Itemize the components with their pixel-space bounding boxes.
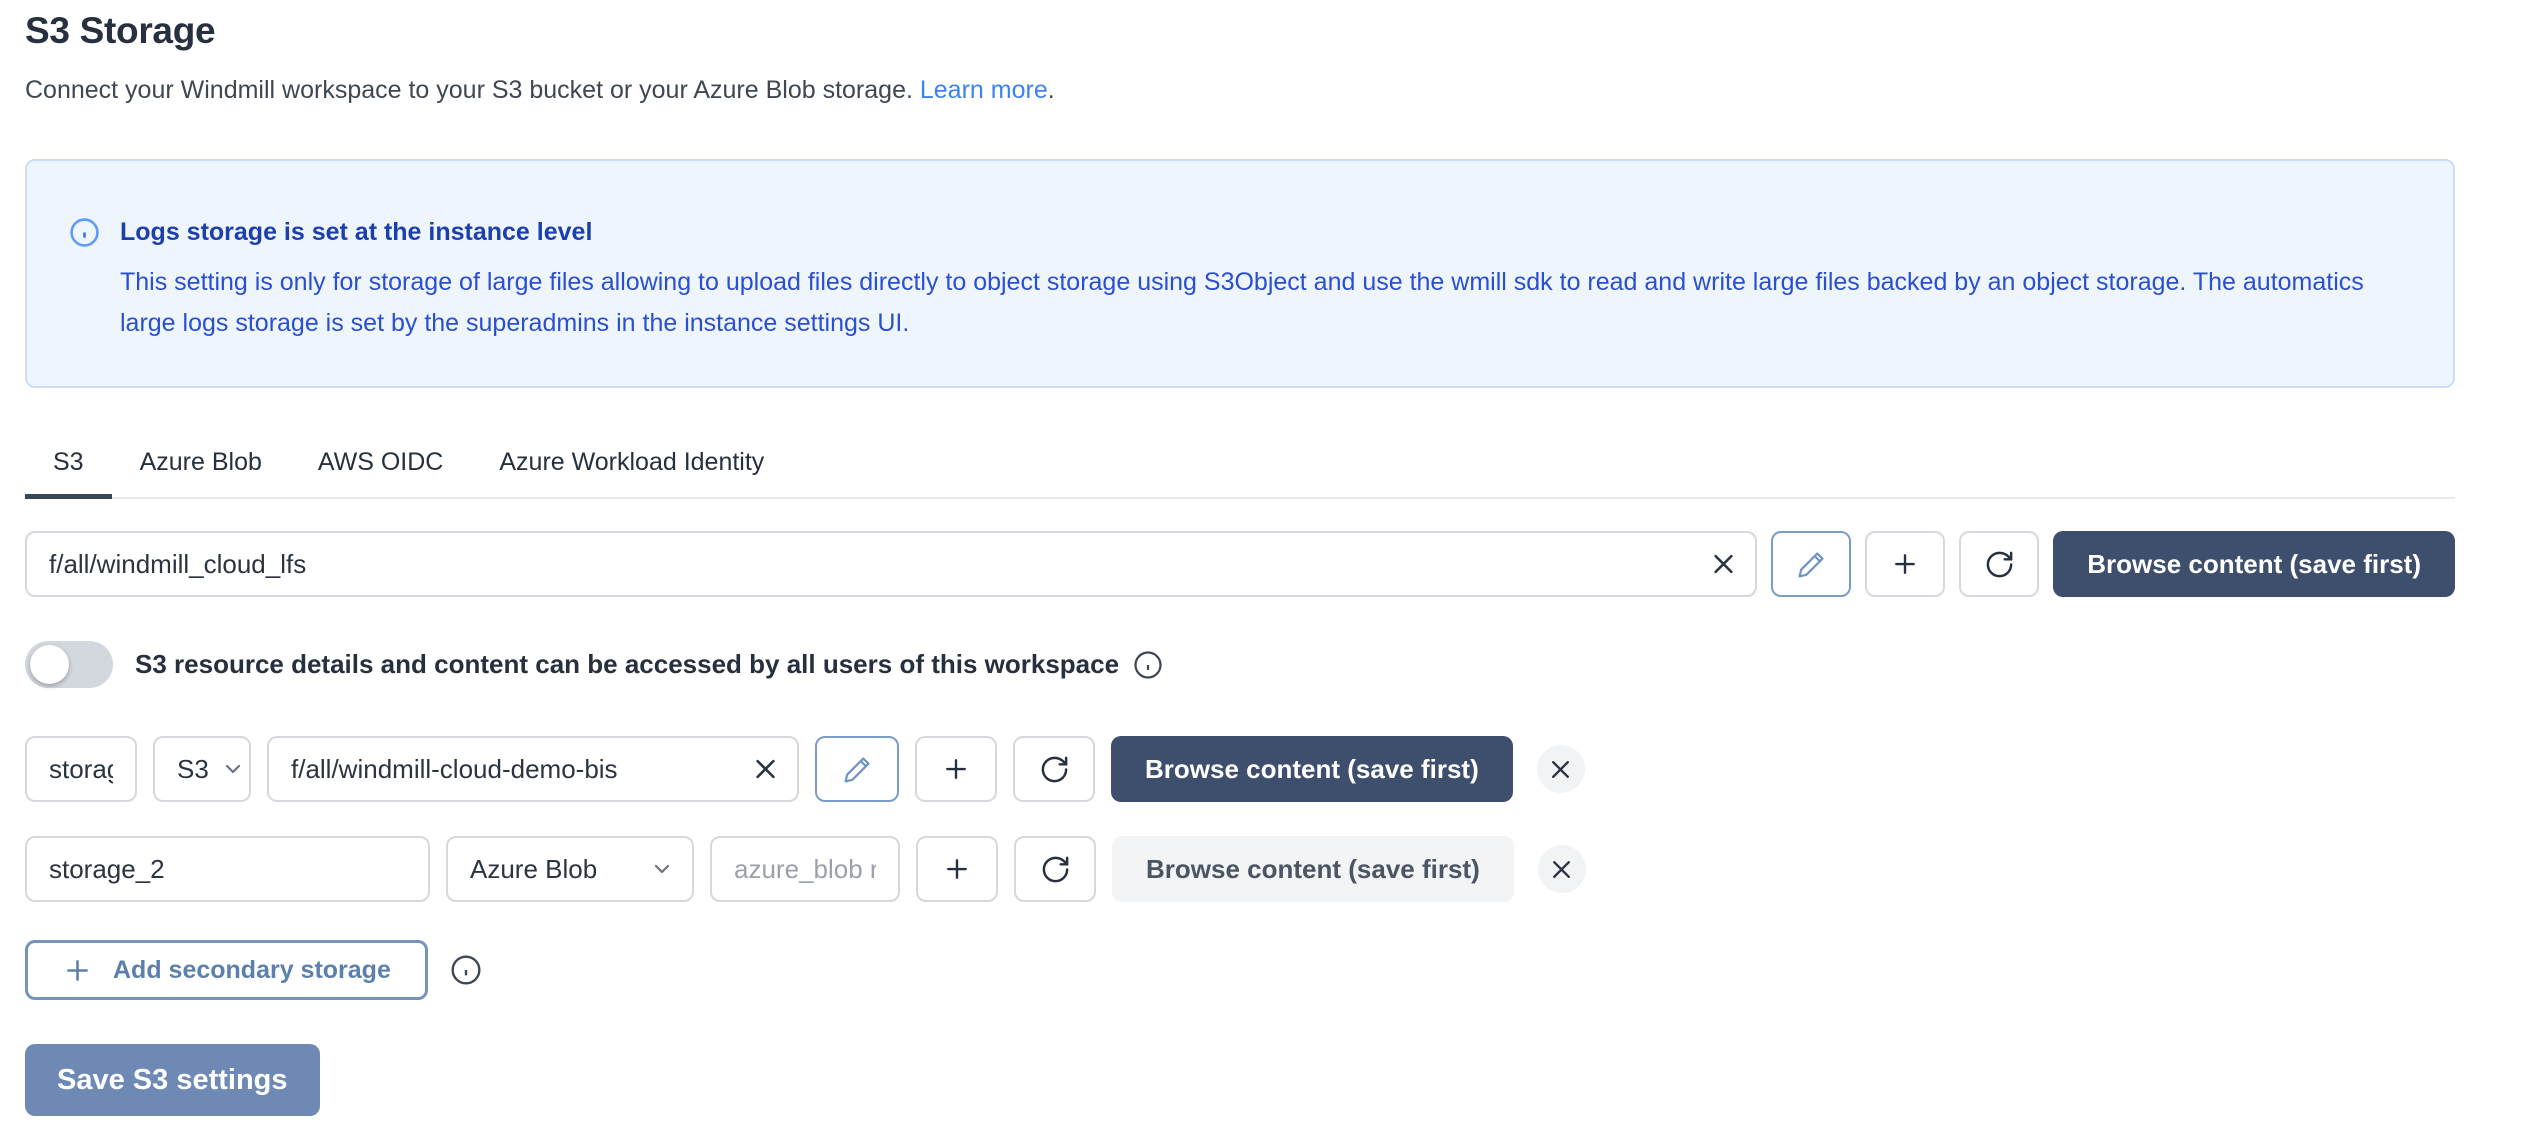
info-icon xyxy=(69,217,100,248)
secondary-1-add-resource-button[interactable] xyxy=(915,736,997,802)
secondary-1-remove-button[interactable] xyxy=(1537,745,1585,793)
s3-storage-settings-page: S3 Storage Connect your Windmill workspa… xyxy=(0,0,2530,1124)
chevron-down-icon xyxy=(650,857,674,881)
secondary-2-type-select[interactable]: Azure Blob xyxy=(446,836,694,902)
secondary-2-add-resource-button[interactable] xyxy=(916,836,998,902)
add-secondary-storage-button[interactable]: Add secondary storage xyxy=(25,940,428,1000)
x-icon xyxy=(1548,757,1573,782)
alert-body: This setting is only for storage of larg… xyxy=(69,262,2389,344)
tab-azure-blob[interactable]: Azure Blob xyxy=(112,434,290,497)
tab-s3[interactable]: S3 xyxy=(25,434,112,497)
x-icon xyxy=(752,756,779,783)
secondary-1-resource-input[interactable] xyxy=(267,736,799,802)
secondary-2-refresh-button[interactable] xyxy=(1014,836,1096,902)
secondary-2-name-input[interactable] xyxy=(25,836,430,902)
learn-more-link[interactable]: Learn more xyxy=(920,76,1048,104)
secondary-1-refresh-button[interactable] xyxy=(1013,736,1095,802)
save-s3-settings-button[interactable]: Save S3 settings xyxy=(25,1044,320,1116)
page-subtitle: Connect your Windmill workspace to your … xyxy=(25,76,2455,105)
primary-add-resource-button[interactable] xyxy=(1865,531,1945,597)
x-icon xyxy=(1710,551,1737,578)
refresh-icon xyxy=(1039,754,1070,785)
public-access-label: S3 resource details and content can be a… xyxy=(135,649,1119,680)
logs-storage-alert: Logs storage is set at the instance leve… xyxy=(25,159,2455,388)
primary-refresh-button[interactable] xyxy=(1959,531,2039,597)
subtitle-text: Connect your Windmill workspace to your … xyxy=(25,76,913,104)
plus-icon xyxy=(941,754,971,784)
plus-icon xyxy=(942,854,972,884)
plus-icon xyxy=(1890,549,1920,579)
subtitle-period: . xyxy=(1048,76,1055,104)
secondary-2-browse-content-button[interactable]: Browse content (save first) xyxy=(1112,836,1514,902)
public-access-toggle-row: S3 resource details and content can be a… xyxy=(25,641,2455,688)
toggle-knob xyxy=(30,645,69,684)
x-icon xyxy=(1549,857,1574,882)
primary-browse-content-button[interactable]: Browse content (save first) xyxy=(2053,531,2455,597)
storage-type-tabs: S3 Azure Blob AWS OIDC Azure Workload Id… xyxy=(25,434,2455,499)
pencil-icon xyxy=(1796,549,1827,580)
tab-aws-oidc[interactable]: AWS OIDC xyxy=(290,434,471,497)
secondary-1-type-select[interactable]: S3 xyxy=(153,736,251,802)
secondary-storage-row-2: Azure Blob xyxy=(25,836,2455,902)
refresh-icon xyxy=(1040,854,1071,885)
secondary-2-resource-input[interactable] xyxy=(710,836,900,902)
page-title: S3 Storage xyxy=(25,10,2455,52)
secondary-1-name-input[interactable] xyxy=(25,736,137,802)
primary-resource-input[interactable] xyxy=(25,531,1757,597)
public-access-info-icon[interactable] xyxy=(1133,650,1163,680)
pencil-icon xyxy=(842,754,873,785)
secondary-1-browse-content-button[interactable]: Browse content (save first) xyxy=(1111,736,1513,802)
primary-edit-resource-button[interactable] xyxy=(1771,531,1851,597)
secondary-storage-row-1: S3 xyxy=(25,736,2455,802)
public-access-toggle[interactable] xyxy=(25,641,113,688)
chevron-down-icon xyxy=(221,757,245,781)
primary-resource-clear-button[interactable] xyxy=(1710,551,1737,578)
tab-azure-workload-identity[interactable]: Azure Workload Identity xyxy=(471,434,792,497)
add-secondary-info-icon[interactable] xyxy=(450,954,482,986)
alert-title: Logs storage is set at the instance leve… xyxy=(120,218,592,247)
secondary-2-remove-button[interactable] xyxy=(1538,845,1586,893)
plus-icon xyxy=(62,955,93,986)
secondary-1-resource-clear-button[interactable] xyxy=(752,756,779,783)
secondary-1-edit-resource-button[interactable] xyxy=(815,736,899,802)
primary-storage-row: Browse content (save first) xyxy=(25,531,2455,597)
refresh-icon xyxy=(1984,549,2015,580)
